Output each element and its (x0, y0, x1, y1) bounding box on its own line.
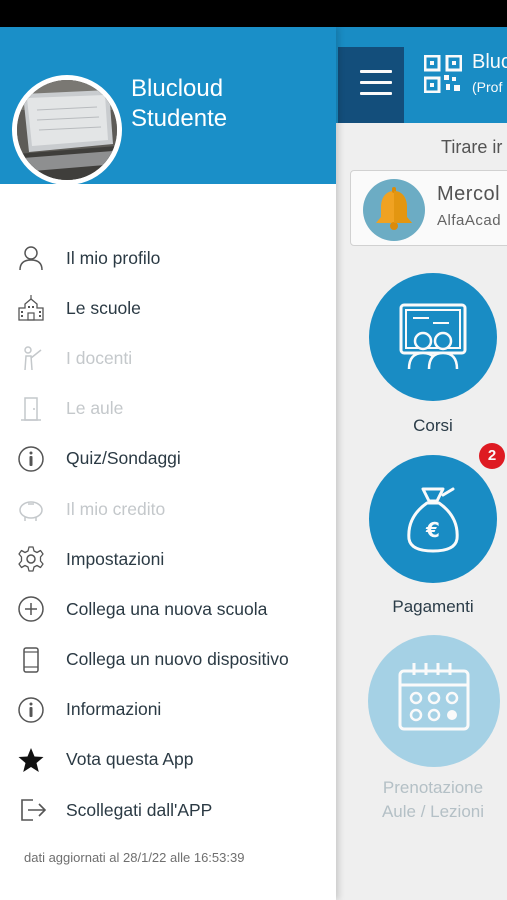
info-circle-icon (18, 446, 44, 472)
last-updated-text: dati aggiornati al 28/1/22 alle 16:53:39 (24, 850, 245, 865)
menu-item-label: Scollegati dall'APP (66, 799, 213, 820)
menu-item-label: Quiz/Sondaggi (66, 448, 181, 469)
teacher-pointer-icon (24, 346, 42, 371)
menu-item-profile[interactable]: Il mio profilo (0, 233, 336, 283)
navigation-drawer: Blucloud Studente Il mio profilo Le scuo… (0, 27, 336, 900)
gear-icon (18, 546, 44, 572)
menu-item-label: Le scuole (66, 297, 141, 318)
status-bar (0, 0, 507, 27)
menu-item-add-school[interactable]: Collega una nuova scuola (0, 584, 336, 634)
piggy-bank-icon (19, 501, 43, 522)
menu-item-label: Collega una nuova scuola (66, 598, 268, 619)
user-name-line1: Blucloud (131, 75, 224, 102)
logout-icon (21, 799, 47, 821)
menu-item-label: Il mio credito (66, 498, 166, 519)
menu-item-credit[interactable]: Il mio credito (0, 484, 336, 534)
drawer-header: Blucloud Studente (0, 27, 336, 185)
phone-icon (23, 646, 39, 673)
user-icon (19, 246, 43, 271)
menu-item-settings[interactable]: Impostazioni (0, 534, 336, 584)
menu-item-teachers[interactable]: I docenti (0, 333, 336, 383)
menu-item-add-device[interactable]: Collega un nuovo dispositivo (0, 635, 336, 685)
avatar[interactable] (12, 75, 122, 185)
menu-item-label: Impostazioni (66, 548, 165, 569)
info-circle-icon (18, 697, 44, 723)
menu-item-label: Informazioni (66, 699, 162, 720)
menu-item-schools[interactable]: Le scuole (0, 283, 336, 333)
menu-item-rooms[interactable]: Le aule (0, 384, 336, 434)
menu-item-quiz[interactable]: Quiz/Sondaggi (0, 434, 336, 484)
user-name-line2: Studente (131, 105, 228, 132)
menu-item-rate-app[interactable]: Vota questa App (0, 735, 336, 785)
drawer-menu: Il mio profilo Le scuole I docenti Le au… (0, 233, 336, 835)
star-icon (18, 747, 44, 772)
menu-item-info[interactable]: Informazioni (0, 685, 336, 735)
menu-item-label: Le aule (66, 398, 124, 419)
menu-item-label: Collega un nuovo dispositivo (66, 649, 289, 670)
door-icon (21, 396, 41, 421)
plus-circle-icon (18, 596, 44, 623)
menu-item-logout[interactable]: Scollegati dall'APP (0, 785, 336, 835)
school-building-icon (18, 295, 44, 321)
menu-item-label: Il mio profilo (66, 247, 161, 268)
menu-item-label: Vota questa App (66, 749, 194, 770)
menu-item-label: I docenti (66, 347, 133, 368)
